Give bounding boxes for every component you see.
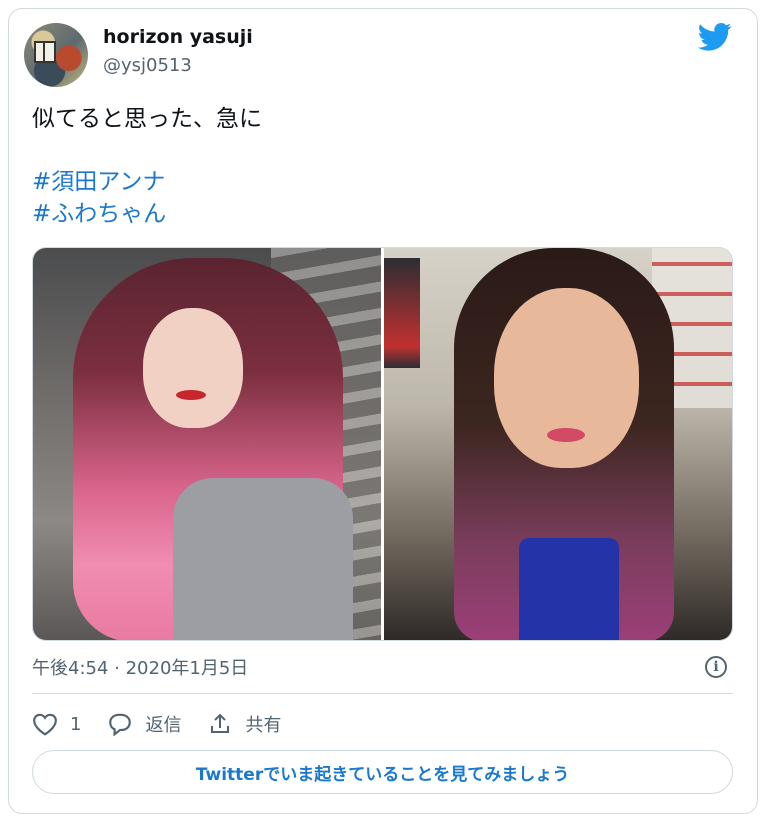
action-bar: 1 返信 共有 — [32, 708, 307, 740]
user-display-name[interactable]: horizon yasuji — [103, 26, 253, 48]
hashtag-suda-anna[interactable]: #須田アンナ — [32, 166, 166, 198]
photo-right[interactable] — [384, 248, 732, 640]
share-button[interactable]: 共有 — [207, 711, 281, 737]
heart-icon — [33, 713, 57, 736]
explore-twitter-button[interactable]: Twitterでいま起きていることを見てみましょう — [32, 750, 733, 794]
share-icon — [211, 713, 230, 733]
like-count: 1 — [70, 713, 82, 735]
tweet-text: 似てると思った、急に — [32, 106, 262, 132]
reply-bubble-icon — [109, 713, 132, 736]
user-handle[interactable]: @ysj0513 — [103, 55, 192, 76]
tweet-timestamp[interactable]: 午後4:54 · 2020年1月5日 — [32, 654, 248, 680]
reply-label: 返信 — [145, 715, 182, 736]
tweet-media — [32, 247, 733, 641]
share-label: 共有 — [245, 715, 282, 736]
info-icon[interactable]: i — [705, 656, 727, 678]
avatar[interactable] — [24, 23, 88, 87]
reply-button[interactable]: 返信 — [107, 711, 181, 737]
like-button[interactable]: 1 — [32, 712, 81, 736]
hashtag-list: #須田アンナ #ふわちゃん — [32, 166, 166, 230]
divider — [32, 693, 733, 694]
photo-left[interactable] — [33, 248, 381, 640]
twitter-bird-icon[interactable] — [698, 22, 732, 52]
hashtag-fuwachan[interactable]: #ふわちゃん — [32, 198, 166, 230]
